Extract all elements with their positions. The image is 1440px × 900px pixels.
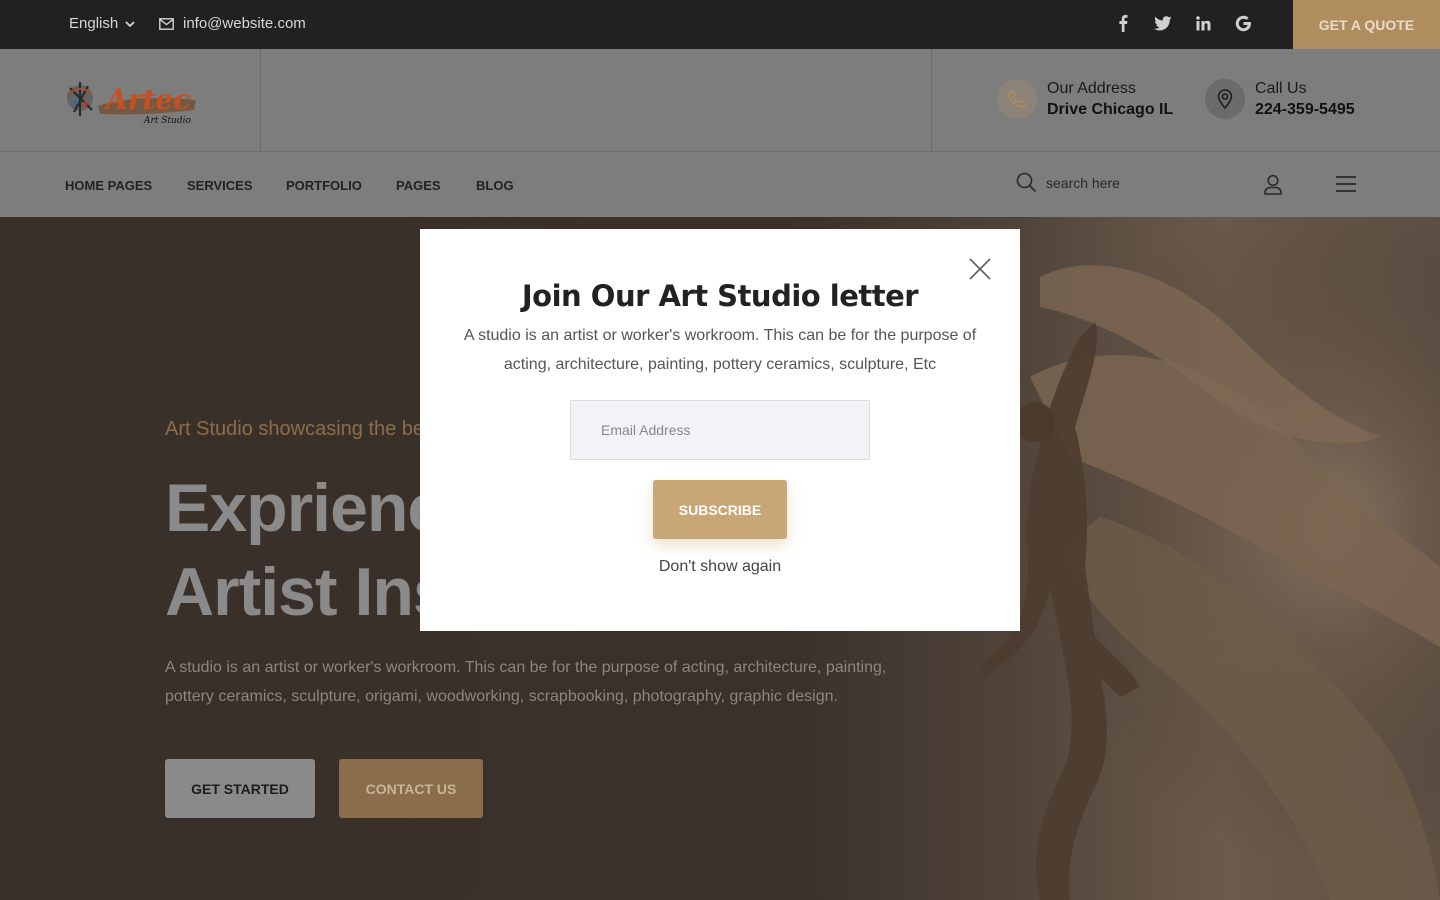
email-address-input[interactable]	[570, 400, 870, 460]
language-selector[interactable]: English	[69, 15, 136, 32]
newsletter-modal: Join Our Art Studio letter A studio is a…	[420, 229, 1020, 631]
search-input[interactable]	[1046, 174, 1216, 191]
chevron-down-icon	[125, 20, 135, 27]
hero-heading-line2: Artist Ins	[165, 554, 451, 630]
modal-title: Join Our Art Studio letter	[521, 279, 919, 313]
site-header: Artec Art Studio Our Address Drive Chica…	[0, 49, 1440, 152]
nav-item-blog[interactable]: BLOG	[476, 178, 514, 193]
logo-subtext: Art Studio	[143, 116, 191, 126]
map-pin-icon	[1205, 79, 1245, 119]
contact-us-button[interactable]: CONTACT US	[339, 759, 483, 818]
call-label: Call Us	[1255, 79, 1307, 97]
nav-item-home-pages[interactable]: HOME PAGES	[65, 178, 152, 193]
linkedin-icon[interactable]	[1192, 12, 1214, 34]
address-label: Our Address	[1047, 79, 1136, 97]
social-links	[1112, 12, 1254, 34]
hero-description: A studio is an artist or worker's workro…	[165, 659, 887, 705]
address-info: Our Address Drive Chicago IL	[997, 79, 1173, 119]
site-logo[interactable]: Artec Art Studio	[64, 76, 198, 128]
header-divider	[931, 49, 932, 152]
call-value[interactable]: 224-359-5495	[1255, 101, 1355, 119]
email-text: info@website.com	[183, 15, 306, 32]
address-value: Drive Chicago IL	[1047, 100, 1174, 118]
hamburger-menu-icon[interactable]	[1335, 175, 1357, 193]
main-navigation: HOME PAGES SERVICES PORTFOLIO PAGES BLOG	[0, 152, 1440, 217]
hero-heading-line1: Exprienc	[165, 470, 445, 546]
nav-item-pages[interactable]: PAGES	[396, 178, 441, 193]
get-a-quote-button[interactable]: GET A QUOTE	[1293, 0, 1440, 49]
dont-show-again-link[interactable]: Don't show again	[420, 558, 1020, 576]
modal-description: A studio is an artist or worker's workro…	[463, 327, 977, 373]
call-info: Call Us 224-359-5495	[1205, 79, 1355, 119]
language-label: English	[69, 15, 119, 32]
subscribe-button[interactable]: SUBSCRIBE	[653, 480, 787, 539]
hero-tagline: Art Studio showcasing the bes	[165, 418, 435, 440]
twitter-icon[interactable]	[1152, 12, 1174, 34]
nav-item-portfolio[interactable]: PORTFOLIO	[286, 178, 362, 193]
get-started-button[interactable]: GET STARTED	[165, 759, 315, 818]
phone-icon	[997, 79, 1037, 119]
nav-item-services[interactable]: SERVICES	[187, 178, 253, 193]
logo-wordmark: Artec	[103, 83, 190, 116]
envelope-icon	[159, 17, 174, 30]
top-bar: English info@website.com GET A QUOTE	[0, 0, 1440, 49]
search-icon[interactable]	[1016, 172, 1037, 193]
facebook-icon[interactable]	[1112, 12, 1134, 34]
search-box	[1016, 172, 1216, 193]
google-icon[interactable]	[1232, 12, 1254, 34]
email-link[interactable]: info@website.com	[159, 15, 306, 32]
header-divider	[260, 49, 261, 152]
user-icon[interactable]	[1263, 174, 1283, 195]
